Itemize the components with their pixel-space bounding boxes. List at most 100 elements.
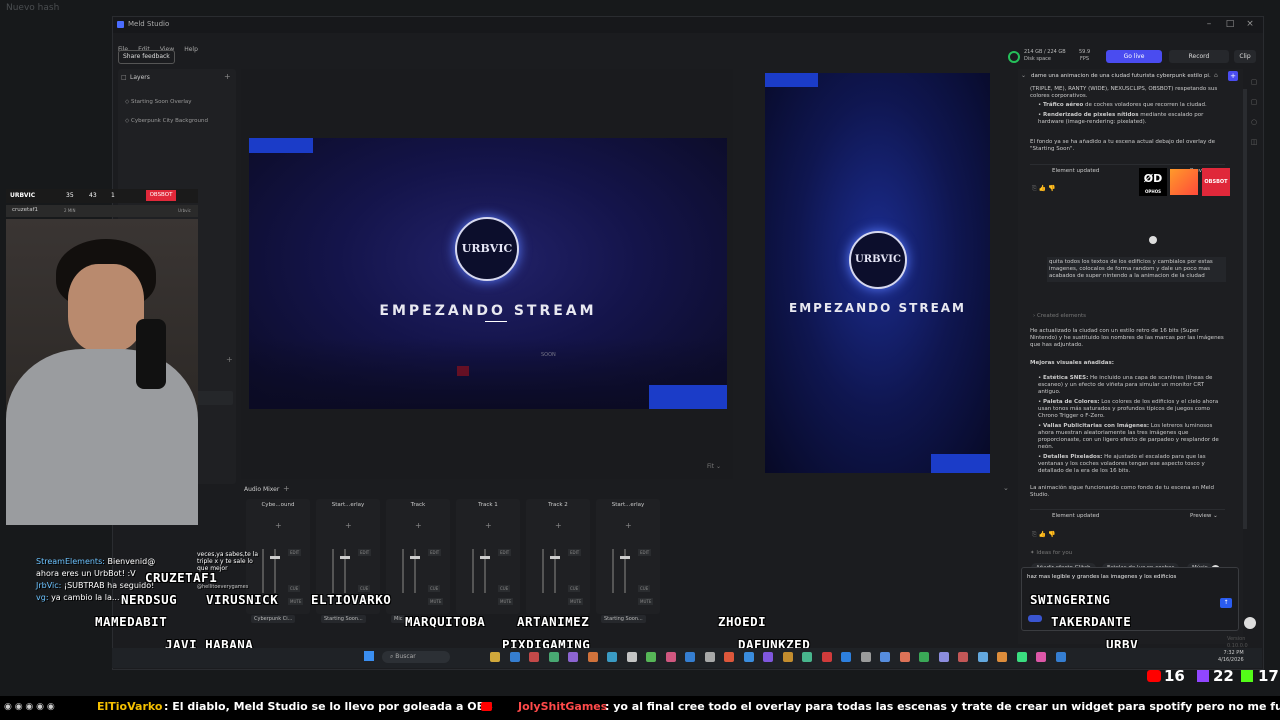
taskbar-app-icon[interactable] [1016,652,1027,662]
record-button[interactable]: Record [1169,50,1229,63]
taskbar-app-icon[interactable] [802,652,812,662]
feedback-icons[interactable]: ⎘ 👍 👎 [1032,185,1056,193]
add-effect-icon[interactable]: + [555,521,562,530]
zoom-select[interactable]: Fit ⌄ [707,463,721,470]
chevron-down-icon[interactable]: ⌄ [1021,72,1026,79]
add-effect-icon[interactable]: + [485,521,492,530]
add-audio-icon[interactable]: + [283,484,290,493]
taskbar-app-icon[interactable] [958,652,968,662]
edit-button[interactable]: EDIT [288,549,302,556]
mute-button[interactable]: MUTE [498,598,514,605]
home-icon[interactable]: ⌂ [1214,72,1218,79]
taskbar-app-icon[interactable] [880,652,890,662]
created-elements-label[interactable]: › Created elements [1033,313,1086,320]
fader-handle[interactable] [550,556,560,559]
portrait-canvas[interactable]: URBVIC EMPEZANDO STREAM [765,73,990,473]
taskbar-app-icon[interactable] [646,652,656,662]
help-icon[interactable] [1244,617,1256,629]
taskbar-app-icon[interactable] [743,652,754,662]
go-live-button[interactable]: Go live [1106,50,1162,63]
taskbar-app-icon[interactable] [665,652,676,662]
taskbar-app-icon[interactable] [724,652,734,662]
app-icon [117,21,124,28]
taskbar-app-icon[interactable] [841,652,851,662]
brand-image-orange [1170,169,1198,195]
taskbar-app-icon[interactable] [919,652,929,662]
taskbar-app-icon[interactable] [568,652,578,662]
mixer-source-chip[interactable]: Mic [391,615,406,623]
taskbar-app-icon[interactable] [587,652,598,662]
taskbar-app-icon[interactable] [1036,652,1046,662]
mute-button[interactable]: MUTE [568,598,584,605]
taskbar-app-icon[interactable] [938,652,949,662]
cue-button[interactable]: CUE [638,585,651,592]
taskbar-app-icon[interactable] [860,652,871,662]
preview-link[interactable]: Preview ⌄ [1190,513,1218,520]
fader-handle[interactable] [270,556,280,559]
taskbar-app-icon[interactable] [782,652,793,662]
layer-item-cyberpunk-bg[interactable]: ◇ Cyberpunk City Background [125,118,208,124]
fader-handle[interactable] [620,556,630,559]
assistant-paragraph-1: El fondo ya se ha añadido a tu escena ac… [1030,139,1215,152]
cue-button[interactable]: CUE [358,585,371,592]
minimize-icon[interactable]: – [1200,19,1218,29]
feedback-icons[interactable]: ⎘ 👍 👎 [1032,531,1056,539]
taskbar-app-icon[interactable] [899,652,910,662]
cue-button[interactable]: CUE [568,585,581,592]
fader-handle[interactable] [340,556,350,559]
close-icon[interactable]: × [1241,19,1259,29]
edit-button[interactable]: EDIT [428,549,442,556]
taskbar-app-icon[interactable] [685,652,695,662]
add-scene-icon[interactable]: + [226,355,233,364]
edit-button[interactable]: EDIT [638,549,652,556]
new-chat-button[interactable]: + [1228,71,1238,81]
add-effect-icon[interactable]: + [275,521,282,530]
layer-item-starting-soon[interactable]: ◇ Starting Soon Overlay [125,99,192,105]
taskbar-app-icon[interactable] [626,652,637,662]
share-feedback-button[interactable]: Share feedback [118,50,175,64]
assistant-scrollbar[interactable] [1243,89,1247,529]
clip-button[interactable]: Clip [1234,50,1256,63]
taskbar-app-icon[interactable] [821,652,832,662]
edit-button[interactable]: EDIT [498,549,512,556]
windows-start-icon[interactable] [364,651,374,661]
edit-button[interactable]: EDIT [568,549,582,556]
taskbar-app-icon[interactable] [763,652,773,662]
taskbar-app-icon[interactable] [1055,652,1066,662]
cue-button[interactable]: CUE [498,585,511,592]
landscape-canvas[interactable]: URBVIC EMPEZANDO STREAM SOON [249,138,727,409]
cue-button[interactable]: CUE [428,585,441,592]
mute-button[interactable]: MUTE [428,598,444,605]
menu-help[interactable]: Help [184,46,198,53]
maximize-icon[interactable]: □ [1221,19,1239,29]
taskbar-app-icon[interactable] [997,652,1007,662]
mixer-source-chip[interactable]: Starting Soon... [601,615,646,623]
taskbar-app-icon[interactable] [607,652,617,662]
add-effect-icon[interactable]: + [625,521,632,530]
add-effect-icon[interactable]: + [345,521,352,530]
cue-button[interactable]: CUE [288,585,301,592]
collapse-mixer-icon[interactable]: ⌄ [1003,484,1009,492]
taskbar-app-icon[interactable] [509,652,520,662]
mute-button[interactable]: MUTE [638,598,654,605]
edit-button[interactable]: EDIT [358,549,372,556]
taskbar-app-icon[interactable] [548,652,559,662]
send-icon[interactable]: ↑ [1220,598,1232,608]
taskbar-search[interactable]: ⌕ Buscar [382,651,450,663]
mixer-source-chip[interactable]: Starting Soon... [321,615,366,623]
fader-handle[interactable] [410,556,420,559]
mixer-source-chip[interactable]: Cyberpunk Ci... [251,615,296,623]
element-updated-row-2[interactable]: Element updated Preview ⌄ [1030,509,1225,522]
mode-toggle[interactable] [1028,615,1042,622]
taskbar-app-icon[interactable] [977,652,988,662]
taskbar-app-icon[interactable] [490,652,500,662]
taskbar-app-icon[interactable] [529,652,539,662]
fader-handle[interactable] [480,556,490,559]
add-layer-icon[interactable]: + [224,72,231,81]
assistant-side-icons[interactable]: ▢ ▢ ○ ◫ [1248,72,1260,152]
taskbar-app-icon[interactable] [704,652,715,662]
stat-1: 35 [66,192,74,199]
add-effect-icon[interactable]: + [415,521,422,530]
assistant-input-text[interactable]: haz mas legible y grandes las imagenes y… [1027,574,1232,581]
mute-button[interactable]: MUTE [288,598,304,605]
